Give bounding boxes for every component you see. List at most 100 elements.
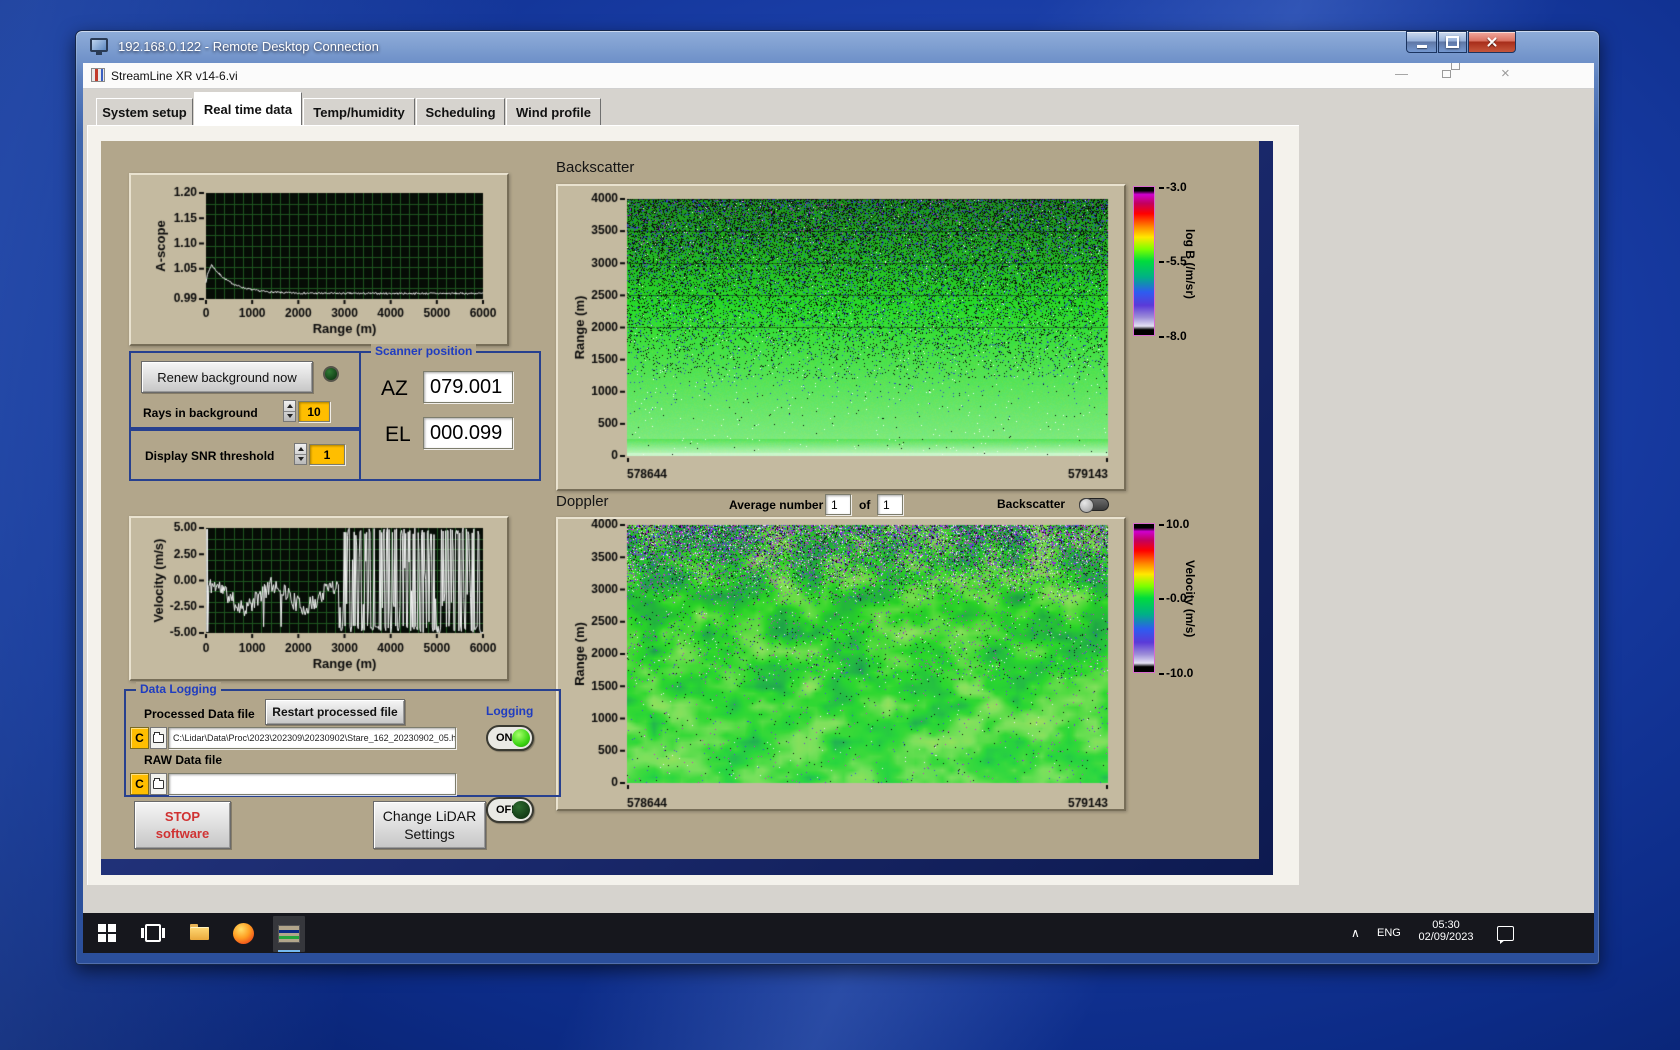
velocity-plot-canvas	[131, 518, 507, 679]
renew-background-label: Renew background now	[157, 369, 297, 385]
tray-chevron-icon[interactable]: ∧	[1351, 926, 1360, 940]
notification-center-button[interactable]	[1495, 925, 1515, 944]
maximize-icon	[1446, 36, 1459, 48]
rays-spinner[interactable]	[283, 400, 296, 422]
tab-label: Wind profile	[516, 104, 591, 120]
az-label: AZ	[381, 377, 408, 400]
tab-system-setup[interactable]: System setup	[96, 98, 193, 125]
backscatter-heatmap-canvas	[558, 186, 1124, 489]
el-field: 000.099	[423, 417, 513, 449]
doppler-colorbar[interactable]	[1133, 523, 1155, 673]
processed-path-field[interactable]: C:\Lidar\Data\Proc\2023\202309\20230902\…	[168, 727, 456, 749]
notification-icon	[1496, 925, 1514, 944]
change-lidar-settings-button[interactable]: Change LiDAR Settings	[373, 801, 486, 849]
tab-label: Temp/humidity	[313, 104, 405, 120]
data-logging-group: Data Logging Processed Data file Restart…	[124, 682, 561, 823]
average-number-label: Average number	[729, 498, 824, 512]
change-lidar-label-1: Change LiDAR	[382, 808, 477, 824]
az-field: 079.001	[423, 371, 513, 403]
tab-label: Real time data	[203, 101, 293, 117]
doppler-chart	[556, 517, 1126, 811]
app-close-button[interactable]: ×	[1501, 66, 1510, 81]
scanner-position-group: Scanner position AZ 079.001 EL 000.099	[359, 344, 541, 481]
backscatter-colorbar-tick-max: -3.0	[1159, 180, 1187, 194]
snr-threshold-field[interactable]: 1	[309, 444, 345, 465]
taskbar-app-streamline[interactable]	[273, 916, 305, 952]
clock-date: 02/09/2023	[1418, 931, 1474, 943]
doppler-colorbar-label: Velocity (m/s)	[1183, 559, 1197, 638]
close-icon	[1485, 35, 1499, 49]
average-number-field[interactable]: 1	[825, 494, 851, 515]
folder-icon	[189, 923, 209, 940]
raw-path-field[interactable]	[168, 773, 456, 795]
stop-label-2: software	[155, 826, 210, 841]
taskbar-app-scan-scheduler[interactable]	[317, 952, 349, 953]
snr-spinner[interactable]	[294, 443, 307, 465]
start-button[interactable]	[95, 922, 119, 944]
rays-in-background-field[interactable]: 10	[298, 401, 330, 422]
task-view-button[interactable]	[141, 924, 165, 942]
scanner-position-title: Scanner position	[371, 344, 477, 358]
processed-logging-toggle[interactable]: ON	[486, 725, 534, 751]
stop-software-button[interactable]: STOP software	[134, 801, 231, 849]
file-explorer-button[interactable]	[187, 923, 211, 942]
average-count-field[interactable]: 1	[877, 494, 903, 515]
rdp-window: 192.168.0.122 - Remote Desktop Connectio…	[75, 30, 1600, 965]
tab-wind-profile[interactable]: Wind profile	[506, 98, 601, 125]
app-minimize-button[interactable]: —	[1395, 67, 1408, 80]
folder-icon	[153, 731, 164, 743]
processed-browse-button[interactable]	[150, 727, 167, 749]
backscatter-colorbar-tick-min: -8.0	[1159, 329, 1187, 343]
tab-scheduling[interactable]: Scheduling	[416, 98, 505, 125]
rdp-maximize-button[interactable]	[1438, 31, 1467, 53]
backscatter-colorbar[interactable]	[1133, 186, 1155, 336]
background-group: Renew background now Rays in background …	[129, 351, 361, 429]
backscatter-toggle[interactable]	[1079, 498, 1109, 513]
rdp-minimize-button[interactable]	[1406, 31, 1437, 53]
taskbar: ∧ ENG 05:30 02/09/2023	[83, 913, 1594, 953]
rays-in-background-label: Rays in background	[143, 406, 258, 420]
firefox-button[interactable]	[231, 922, 255, 944]
language-indicator[interactable]: ENG	[1377, 927, 1401, 939]
clock-time: 05:30	[1432, 919, 1460, 931]
firefox-icon	[232, 922, 254, 944]
streamline-app-icon	[278, 925, 300, 943]
raw-drive-button[interactable]: C	[130, 773, 149, 795]
vi-icon	[91, 68, 105, 82]
backscatter-toggle-label: Backscatter	[997, 497, 1066, 511]
data-logging-title: Data Logging	[136, 682, 221, 696]
processed-drive-button[interactable]: C	[130, 727, 149, 749]
tab-temp-humidity[interactable]: Temp/humidity	[303, 98, 415, 125]
minimize-icon	[1416, 44, 1427, 48]
doppler-heatmap-canvas	[558, 519, 1124, 809]
desktop-background: 192.168.0.122 - Remote Desktop Connectio…	[0, 0, 1680, 1050]
folder-icon	[153, 777, 164, 789]
windows-logo-icon	[98, 924, 116, 942]
el-label: EL	[385, 423, 411, 446]
backscatter-title: Backscatter	[556, 159, 635, 176]
raw-logging-toggle[interactable]: OFF	[486, 797, 534, 823]
renew-background-button[interactable]: Renew background now	[141, 361, 313, 393]
off-label: OFF	[496, 804, 518, 816]
raw-browse-button[interactable]	[150, 773, 167, 795]
tab-label: Scheduling	[425, 104, 496, 120]
el-value: 000.099	[430, 421, 503, 444]
change-lidar-label-2: Settings	[404, 826, 455, 842]
on-label: ON	[496, 732, 513, 744]
rdp-titlebar[interactable]: 192.168.0.122 - Remote Desktop Connectio…	[76, 31, 1601, 63]
doppler-title: Doppler	[556, 493, 609, 510]
app-window-title: StreamLine XR v14-6.vi	[111, 69, 238, 83]
remote-screen: StreamLine XR v14-6.vi — × System setup …	[83, 63, 1594, 953]
snr-threshold-label: Display SNR threshold	[145, 449, 275, 463]
rays-value: 10	[307, 404, 321, 419]
ascope-plot-canvas	[131, 175, 507, 344]
tab-real-time-data[interactable]: Real time data	[194, 92, 302, 125]
clock[interactable]: 05:30 02/09/2023	[1413, 919, 1479, 943]
doppler-colorbar-tick-max: 10.0	[1159, 517, 1189, 531]
rdp-close-button[interactable]	[1468, 31, 1516, 53]
az-value: 079.001	[430, 375, 503, 398]
restart-processed-file-button[interactable]: Restart processed file	[265, 699, 405, 725]
app-titlebar[interactable]: StreamLine XR v14-6.vi — ×	[83, 63, 1594, 89]
logging-label: Logging	[486, 704, 534, 718]
velocity-chart	[129, 516, 509, 681]
